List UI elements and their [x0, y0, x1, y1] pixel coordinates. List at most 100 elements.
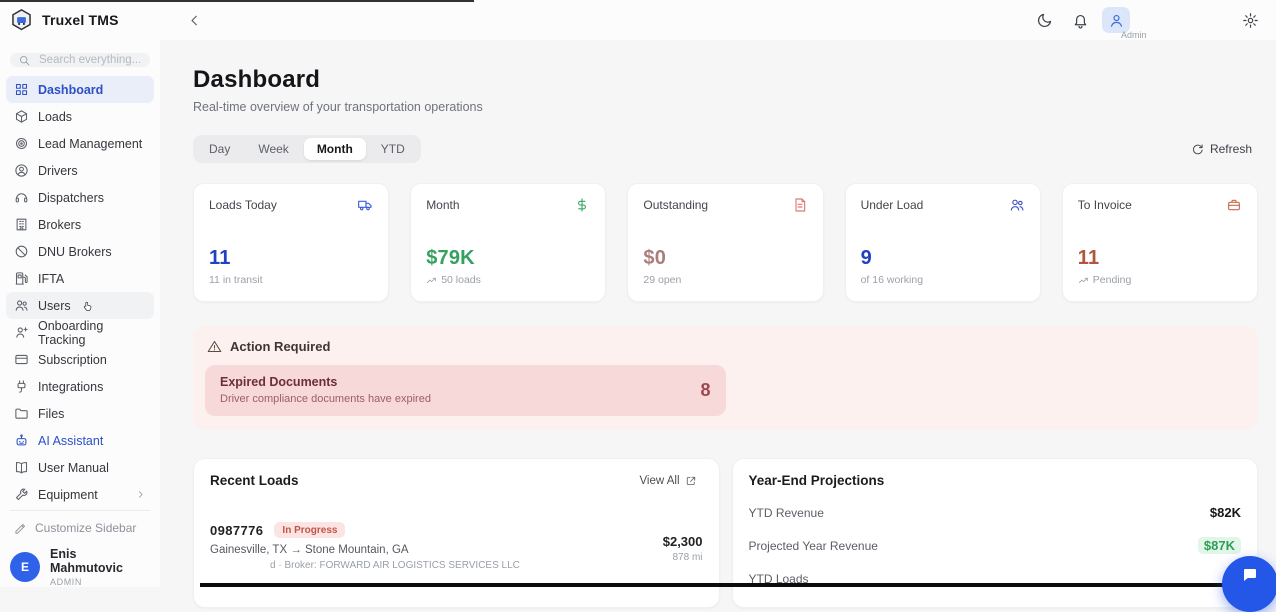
stat-card-value: 9 [861, 247, 1025, 270]
screen-artifact-bottom [200, 583, 1276, 587]
sidebar-item-label: Dashboard [38, 83, 103, 97]
sidebar-item-label: Brokers [38, 218, 81, 232]
refresh-button[interactable]: Refresh [1185, 138, 1258, 160]
stat-card-title: Outstanding [643, 198, 708, 212]
trend-up-icon [1078, 275, 1089, 286]
load-id: 0987776 [210, 523, 263, 538]
stat-card-loads-today[interactable]: Loads Today 11 11 in transit [193, 183, 389, 302]
load-amount: $2,300 [663, 534, 703, 549]
alert-count: 8 [700, 380, 710, 401]
sidebar-item-user-manual[interactable]: User Manual [6, 454, 154, 481]
sidebar-item-label: Lead Management [38, 137, 142, 151]
user-meta: Enis Mahmutovic ADMIN [50, 547, 150, 587]
sidebar-item-icon [14, 406, 29, 421]
avatar: E [10, 552, 40, 582]
stat-card-title: Month [426, 198, 459, 212]
filter-row: DayWeekMonthYTD Refresh [193, 135, 1258, 163]
profile-wrap: Admin [1102, 7, 1130, 33]
time-filter-tab-week[interactable]: Week [245, 138, 301, 160]
sidebar-item-label: DNU Brokers [38, 245, 112, 259]
stat-card-outstanding[interactable]: Outstanding $0 29 open [627, 183, 823, 302]
view-all-button[interactable]: View All [633, 474, 702, 488]
brand: Truxel TMS [0, 8, 160, 33]
time-filter-tab-month[interactable]: Month [304, 138, 366, 160]
sidebar-item-label: Drivers [38, 164, 78, 178]
sidebar-item-files[interactable]: Files [6, 400, 154, 427]
sidebar-item-label: AI Assistant [38, 434, 103, 448]
sidebar-item-ifta[interactable]: IFTA [6, 265, 154, 292]
load-row-0987776[interactable]: 0987776 In Progress Gainesville, TX → St… [210, 522, 703, 571]
sidebar-item-label: Onboarding Tracking [38, 319, 146, 347]
sidebar-item-icon [14, 379, 29, 394]
stat-card-subtitle: Pending [1078, 274, 1242, 286]
sidebar-item-label: Dispatchers [38, 191, 104, 205]
sidebar-footer: Customize Sidebar E Enis Mahmutovic ADMI… [0, 508, 160, 594]
sidebar-item-label: Files [38, 407, 64, 421]
search-icon [18, 54, 31, 67]
action-required-list: Expired Documents Driver compliance docu… [205, 365, 1246, 416]
stat-card-value: 11 [209, 247, 373, 270]
chevron-right-icon [135, 489, 146, 500]
sidebar-item-lead-management[interactable]: Lead Management [6, 130, 154, 157]
projection-label: YTD Revenue [749, 506, 824, 520]
sidebar-item-dashboard[interactable]: Dashboard [6, 76, 154, 103]
sidebar: Dashboard Loads Lead Management Drivers [0, 40, 160, 587]
projections-title: Year-End Projections [749, 473, 885, 488]
stat-card-month[interactable]: Month $79K 50 loads [410, 183, 606, 302]
sidebar-item-dispatchers[interactable]: Dispatchers [6, 184, 154, 211]
sidebar-item-label: Integrations [38, 380, 103, 394]
stat-card-icon [1226, 197, 1242, 213]
sidebar-item-integrations[interactable]: Integrations [6, 373, 154, 400]
stat-card-icon [1009, 197, 1025, 213]
load-figures: $2,300 878 mi [663, 522, 703, 563]
stat-card-under-load[interactable]: Under Load 9 of 16 working [845, 183, 1041, 302]
customize-sidebar-button[interactable]: Customize Sidebar [10, 520, 150, 547]
alert-card-expired-documents[interactable]: Expired Documents Driver compliance docu… [205, 365, 726, 416]
alert-meta: Expired Documents Driver compliance docu… [220, 375, 431, 405]
sidebar-item-label: User Manual [38, 461, 109, 475]
notifications-button[interactable] [1066, 7, 1094, 33]
screen-artifact-top [0, 0, 474, 2]
action-required-header: Action Required [205, 337, 1246, 365]
stat-card-icon [792, 197, 808, 213]
sidebar-item-icon [14, 298, 29, 313]
sidebar-item-equipment[interactable]: Equipment [6, 481, 154, 508]
search-box[interactable] [10, 53, 150, 67]
pencil-icon [14, 522, 27, 535]
sidebar-item-ai-assistant[interactable]: AI Assistant [6, 427, 154, 454]
view-all-label: View All [639, 475, 679, 487]
recent-loads-title: Recent Loads [210, 473, 299, 488]
load-info: 0987776 In Progress Gainesville, TX → St… [210, 522, 520, 571]
admin-label: Admin [1121, 30, 1147, 40]
sidebar-item-label: Subscription [38, 353, 107, 367]
page-subtitle: Real-time overview of your transportatio… [193, 100, 1258, 114]
stat-card-subtitle: of 16 working [861, 274, 1025, 286]
sidebar-item-loads[interactable]: Loads [6, 103, 154, 130]
sidebar-item-onboarding-tracking[interactable]: Onboarding Tracking [6, 319, 154, 346]
alert-title: Expired Documents [220, 375, 431, 389]
dark-mode-toggle[interactable] [1030, 7, 1058, 33]
sidebar-item-subscription[interactable]: Subscription [6, 346, 154, 373]
sidebar-item-users[interactable]: Users [6, 292, 154, 319]
search-input[interactable] [37, 53, 142, 67]
sidebar-item-drivers[interactable]: Drivers [6, 157, 154, 184]
settings-button[interactable] [1236, 7, 1264, 33]
sidebar-item-brokers[interactable]: Brokers [6, 211, 154, 238]
projection-value: $82K [1210, 505, 1241, 520]
back-button[interactable] [180, 7, 208, 33]
stat-card-to-invoice[interactable]: To Invoice 11 Pending [1062, 183, 1258, 302]
stat-card-subtitle-text: of 16 working [861, 274, 923, 286]
main-content: Dashboard Real-time overview of your tra… [160, 40, 1276, 587]
sidebar-item-label: Loads [38, 110, 72, 124]
topbar-actions: Admin [1030, 7, 1276, 33]
stat-card-subtitle: 11 in transit [209, 274, 373, 286]
user-card[interactable]: E Enis Mahmutovic ADMIN [10, 547, 150, 587]
ai-fab-button[interactable] [1222, 556, 1276, 612]
sidebar-item-icon [14, 325, 29, 340]
sidebar-item-dnu-brokers[interactable]: DNU Brokers [6, 238, 154, 265]
time-filter-tab-day[interactable]: Day [196, 138, 243, 160]
refresh-icon [1191, 143, 1204, 156]
time-filter-tab-ytd[interactable]: YTD [368, 138, 418, 160]
stat-card-title: Loads Today [209, 198, 277, 212]
stat-card-subtitle-text: 11 in transit [209, 274, 263, 286]
